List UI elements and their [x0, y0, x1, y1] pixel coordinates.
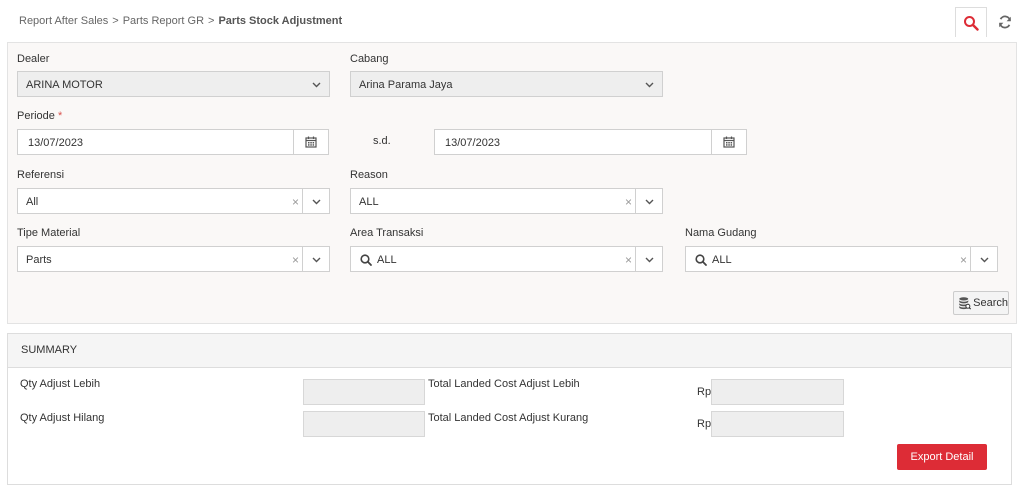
periode-to-value: 13/07/2023: [445, 137, 501, 149]
qty-adjust-hilang-field: [303, 411, 425, 437]
filter-panel: Dealer ARINA MOTOR Cabang Arina Parama J…: [7, 42, 1017, 324]
total-landed-cost-kurang-field: [711, 411, 844, 437]
tipe-material-label: Tipe Material: [17, 227, 81, 239]
divider: [302, 247, 303, 271]
calendar-icon: [723, 136, 735, 148]
total-landed-cost-lebih-field: [711, 379, 844, 405]
calendar-icon: [305, 136, 317, 148]
referensi-label: Referensi: [17, 169, 65, 181]
search-icon: [964, 15, 979, 31]
chevron-down-icon: [642, 78, 656, 92]
periode-from-input[interactable]: 13/07/2023: [17, 129, 294, 155]
nama-gudang-label: Nama Gudang: [685, 227, 757, 239]
breadcrumb-item-parts-report-gr[interactable]: Parts Report GR: [123, 15, 204, 27]
cabang-value: Arina Parama Jaya: [359, 79, 453, 91]
periode-to-input[interactable]: 13/07/2023: [434, 129, 713, 155]
periode-to-calendar-button[interactable]: [711, 129, 747, 155]
cabang-select[interactable]: Arina Parama Jaya: [350, 71, 663, 97]
clear-icon[interactable]: ×: [625, 195, 632, 209]
dealer-value: ARINA MOTOR: [26, 79, 103, 91]
periode-sd-label: s.d.: [373, 135, 391, 147]
reason-value: ALL: [359, 196, 379, 208]
breadcrumb-separator: >: [112, 15, 119, 27]
export-detail-button[interactable]: Export Detail: [897, 444, 987, 470]
clear-icon[interactable]: ×: [292, 195, 299, 209]
periode-label: Periode *: [17, 110, 63, 122]
summary-panel: SUMMARY: [7, 333, 1012, 485]
chevron-down-icon: [642, 195, 656, 209]
breadcrumb-separator: >: [208, 15, 215, 27]
divider: [970, 247, 971, 271]
clear-icon[interactable]: ×: [625, 253, 632, 267]
divider: [635, 247, 636, 271]
divider: [302, 189, 303, 213]
total-landed-cost-kurang-label: Total Landed Cost Adjust Kurang: [428, 412, 589, 424]
search-button[interactable]: Search: [953, 291, 1009, 315]
reason-select[interactable]: ALL ×: [350, 188, 663, 214]
total-landed-cost-lebih-label: Total Landed Cost Adjust Lebih: [428, 378, 580, 390]
area-transaksi-label: Area Transaksi: [350, 227, 424, 239]
cabang-label: Cabang: [350, 53, 389, 65]
qty-adjust-lebih-label: Qty Adjust Lebih: [20, 378, 101, 390]
tipe-material-value: Parts: [26, 254, 52, 266]
top-bar: Report After Sales > Parts Report GR > Parts…: [0, 0, 1024, 42]
dealer-label: Dealer: [17, 53, 50, 65]
refresh-button[interactable]: [993, 7, 1017, 37]
currency-label: Rp: [697, 386, 712, 398]
chevron-down-icon: [309, 78, 323, 92]
qty-adjust-hilang-label: Qty Adjust Hilang: [20, 412, 105, 424]
area-transaksi-value: ALL: [377, 254, 397, 266]
refresh-icon: [999, 15, 1011, 29]
summary-title: SUMMARY: [21, 344, 78, 356]
nama-gudang-value: ALL: [712, 254, 732, 266]
periode-from-calendar-button[interactable]: [293, 129, 329, 155]
search-icon: [360, 254, 372, 266]
chevron-down-icon: [642, 253, 656, 267]
search-button-label: Search: [973, 297, 1008, 309]
summary-header: SUMMARY: [8, 334, 1011, 368]
breadcrumb: Report After Sales > Parts Report GR > Parts…: [19, 15, 342, 27]
referensi-select[interactable]: All ×: [17, 188, 330, 214]
toggle-search-button[interactable]: [955, 7, 987, 37]
chevron-down-icon: [309, 253, 323, 267]
referensi-value: All: [26, 196, 39, 208]
breadcrumb-current: Parts Stock Adjustment: [218, 15, 343, 27]
breadcrumb-item-report-after-sales[interactable]: Report After Sales: [19, 15, 108, 27]
nama-gudang-select[interactable]: ALL ×: [685, 246, 998, 272]
currency-label: Rp: [697, 418, 712, 430]
qty-adjust-lebih-field: [303, 379, 425, 405]
chevron-down-icon: [977, 253, 991, 267]
periode-from-value: 13/07/2023: [28, 137, 84, 149]
tipe-material-select[interactable]: Parts ×: [17, 246, 330, 272]
chevron-down-icon: [309, 195, 323, 209]
dealer-select[interactable]: ARINA MOTOR: [17, 71, 330, 97]
area-transaksi-select[interactable]: ALL ×: [350, 246, 663, 272]
clear-icon[interactable]: ×: [960, 253, 967, 267]
divider: [635, 189, 636, 213]
search-icon: [695, 254, 707, 266]
database-icon: [959, 297, 972, 310]
clear-icon[interactable]: ×: [292, 253, 299, 267]
reason-label: Reason: [350, 169, 388, 181]
